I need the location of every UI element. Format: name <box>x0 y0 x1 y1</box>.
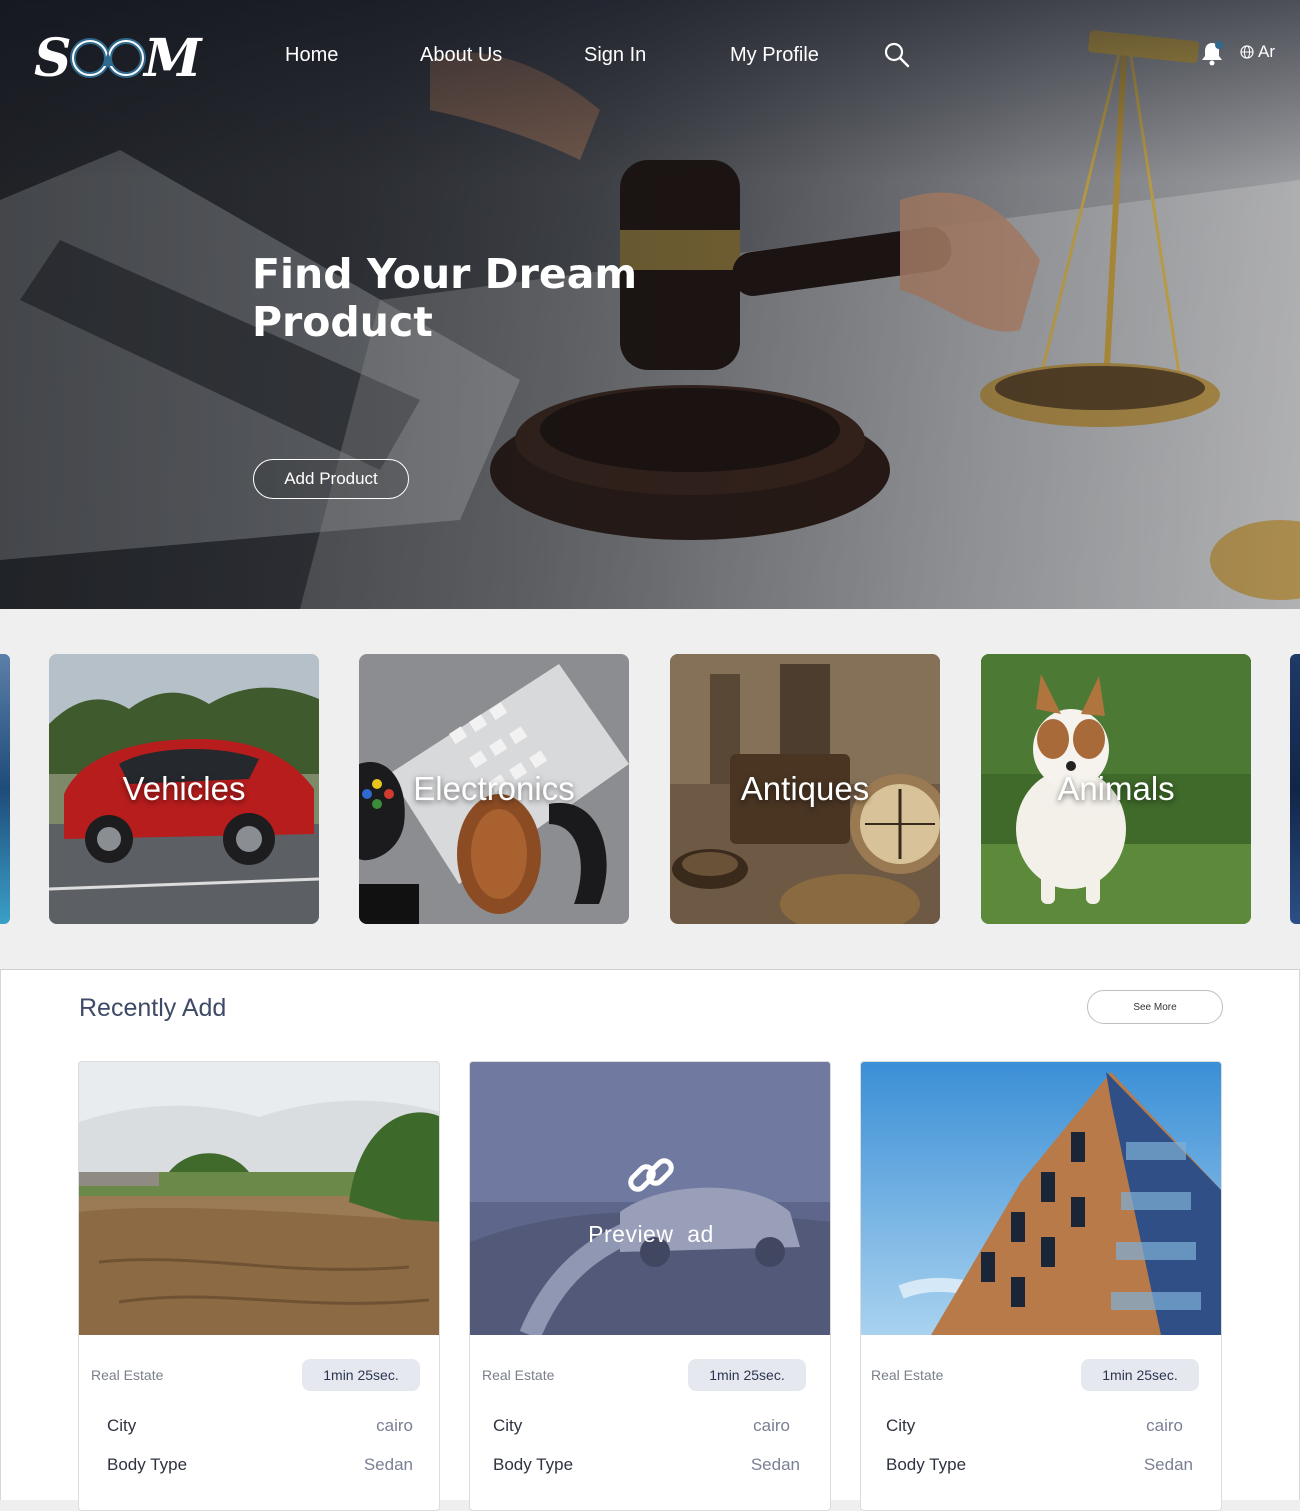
add-product-button[interactable]: Add Product <box>253 459 409 499</box>
listing-category: Real Estate <box>91 1367 164 1383</box>
body-type-value: Sedan <box>750 1455 800 1474</box>
language-label: Ar <box>1258 42 1275 61</box>
listing-card[interactable]: Real Estate 1min 25sec. City cairo Body … <box>860 1061 1222 1511</box>
preview-overlay[interactable]: Preview ad <box>470 1062 830 1335</box>
listing-time-badge: 1min 25sec. <box>688 1359 806 1391</box>
language-switcher[interactable]: Ar <box>1240 42 1275 62</box>
body-type-label: Body Type <box>107 1455 188 1474</box>
category-card-animals[interactable]: Animals <box>981 654 1251 924</box>
nav-sign-in[interactable]: Sign In <box>584 44 646 67</box>
listing-time-badge: 1min 25sec. <box>1081 1359 1199 1391</box>
svg-text:M: M <box>142 28 203 84</box>
category-card-partial-right[interactable] <box>1290 654 1300 924</box>
listing-card[interactable]: Real Estate 1min 25sec. City cairo Body … <box>78 1061 440 1511</box>
category-label: Vehicles <box>122 770 246 807</box>
city-value: cairo <box>753 1416 790 1435</box>
nav-home[interactable]: Home <box>285 44 338 67</box>
nav-about-us[interactable]: About Us <box>420 44 502 67</box>
category-card-partial-left[interactable] <box>0 654 10 924</box>
hero-title: Find Your Dream Product <box>252 250 638 346</box>
category-card-vehicles[interactable]: Vehicles <box>49 654 319 924</box>
body-type-value: Sedan <box>363 1455 413 1474</box>
city-label: City <box>107 1416 137 1435</box>
link-icon <box>628 1158 674 1192</box>
category-card-electronics[interactable]: Electronics <box>359 654 629 924</box>
globe-icon <box>1240 45 1254 59</box>
listing-time-badge: 1min 25sec. <box>302 1359 420 1391</box>
svg-text:S: S <box>34 28 72 84</box>
preview-ad-label: Preview ad <box>588 1221 714 1247</box>
body-type-label: Body Type <box>493 1455 574 1474</box>
listing-image-land <box>79 1062 439 1335</box>
search-icon[interactable] <box>884 42 910 68</box>
see-more-button[interactable]: See More <box>1087 990 1223 1024</box>
category-label: Antiques <box>740 770 870 807</box>
body-type-label: Body Type <box>886 1455 967 1474</box>
listing-category: Real Estate <box>482 1367 555 1383</box>
recently-added-section: Recently Add See More Real Estate 1min 2… <box>0 969 1300 1511</box>
listing-category: Real Estate <box>871 1367 944 1383</box>
city-label: City <box>886 1416 916 1435</box>
city-value: cairo <box>1146 1416 1183 1435</box>
category-label: Electronics <box>413 770 575 807</box>
hero-banner: S M Home About Us Sign In My Profile Ar … <box>0 0 1300 609</box>
category-carousel: Vehicles Electronics Antiques Animals <box>0 609 1300 969</box>
city-value: cairo <box>376 1416 413 1435</box>
section-title: Recently Add <box>79 994 227 1022</box>
body-type-value: Sedan <box>1143 1455 1193 1474</box>
category-card-antiques[interactable]: Antiques <box>670 654 940 924</box>
category-label: Animals <box>1057 770 1175 807</box>
city-label: City <box>493 1416 523 1435</box>
nav-my-profile[interactable]: My Profile <box>730 44 819 67</box>
notification-bell-icon[interactable] <box>1200 40 1224 66</box>
soom-logo[interactable]: S M <box>34 28 214 84</box>
listing-image-building <box>861 1062 1221 1335</box>
listing-image-car: Preview ad <box>470 1062 830 1335</box>
listing-card[interactable]: Preview ad Real Estate 1min 25sec. City … <box>469 1061 831 1511</box>
